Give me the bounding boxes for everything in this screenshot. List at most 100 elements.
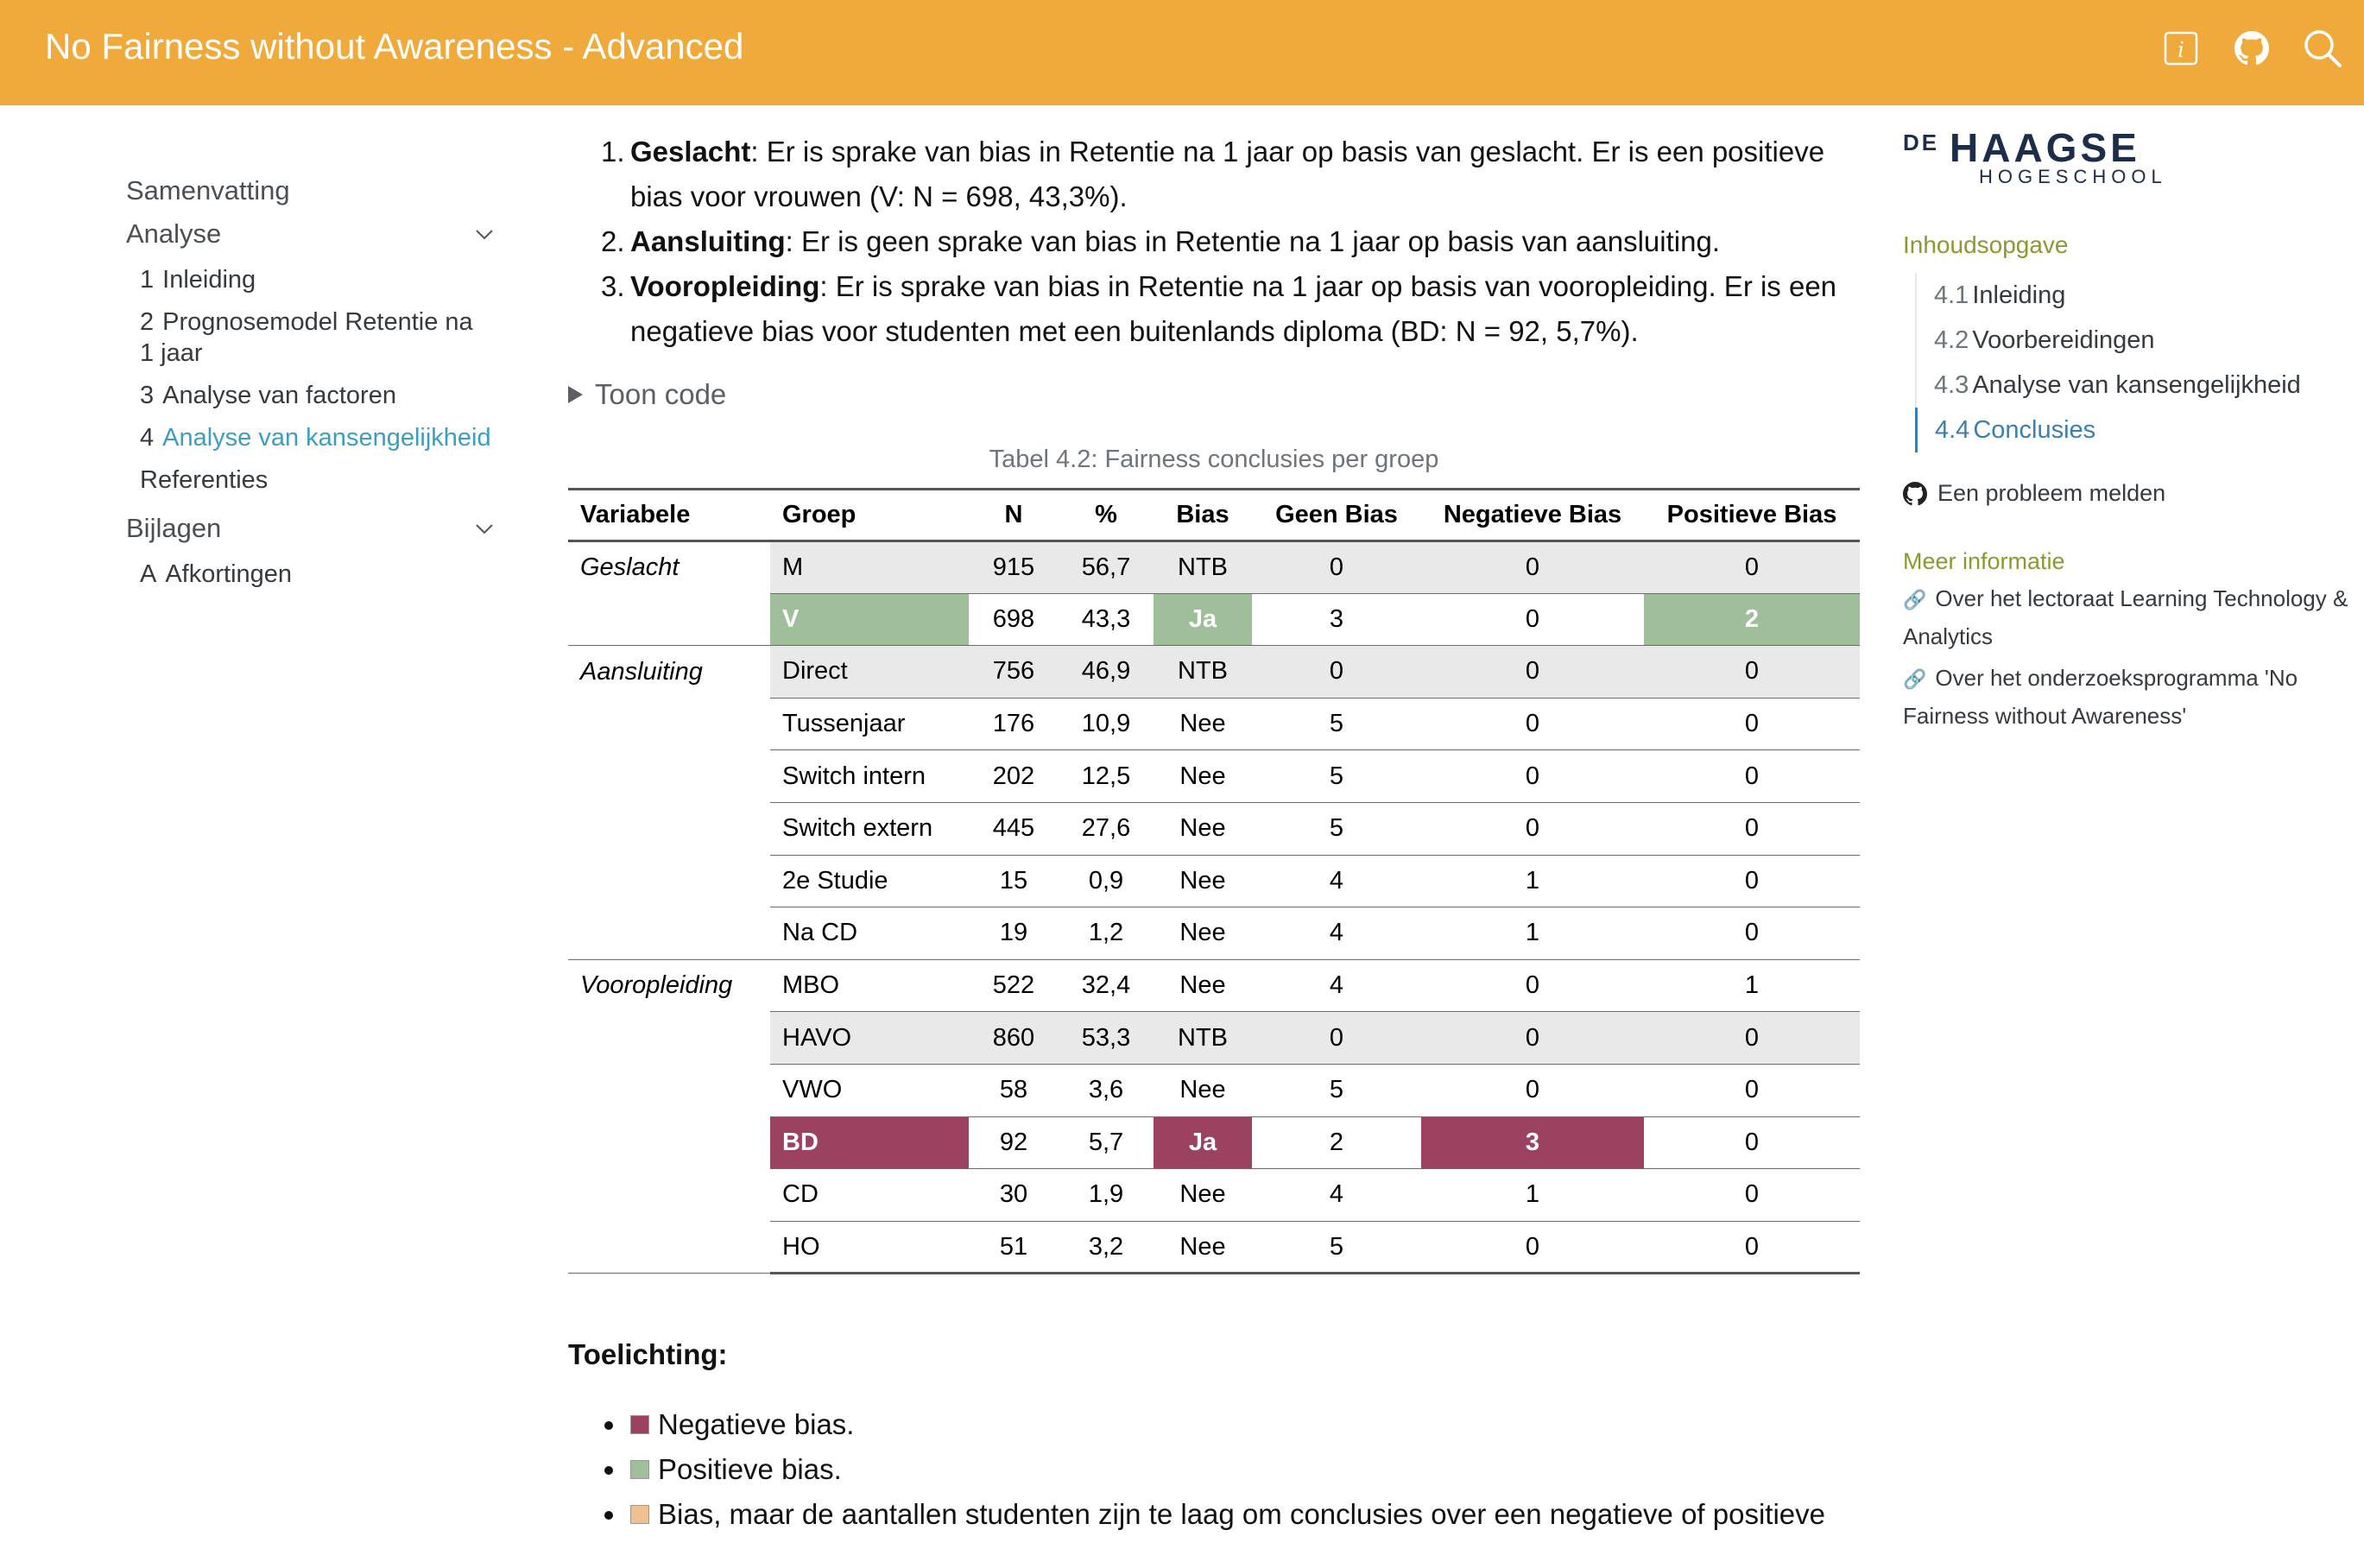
legend-label: Bias, maar de aantallen studenten zijn t… xyxy=(658,1498,1826,1531)
table-row: HAVO 860 53,3 NTB 0 0 0 xyxy=(568,1011,1860,1065)
n-cell: 30 xyxy=(969,1168,1059,1222)
bias-cell: Nee xyxy=(1154,1064,1252,1117)
percent-cell: 46,9 xyxy=(1059,645,1154,699)
negatieve-bias-cell: 0 xyxy=(1421,698,1644,751)
percent-cell: 53,3 xyxy=(1059,1011,1154,1065)
section-number: A xyxy=(140,560,157,588)
variable-cell xyxy=(568,1064,770,1116)
geen-bias-cell: 4 xyxy=(1252,959,1421,1013)
toc-item-voorbereidingen[interactable]: 4.2 Voorbereidingen xyxy=(1917,318,2352,363)
bias-cell: NTB xyxy=(1154,1011,1252,1065)
toc-item-conclusies[interactable]: 4.4 Conclusies xyxy=(1915,408,2352,452)
sidebar-item-prognosemodel[interactable]: 2 Prognosemodel Retentie na 1 jaar xyxy=(126,307,489,369)
n-cell: 860 xyxy=(969,1011,1059,1065)
bias-cell: Nee xyxy=(1154,1168,1252,1222)
toc-item-kansengelijkheid[interactable]: 4.3 Analyse van kansengelijkheid xyxy=(1917,363,2352,408)
sidebar-section-bijlagen[interactable]: Bijlagen xyxy=(126,507,506,550)
geen-bias-cell: 0 xyxy=(1252,645,1421,699)
toon-code-toggle[interactable]: Toon code xyxy=(568,378,1860,411)
haagse-hogeschool-logo[interactable]: DE HAAGSE HOGESCHOOL xyxy=(1903,125,2352,197)
chevron-down-icon[interactable] xyxy=(473,517,496,540)
search-icon[interactable] xyxy=(2300,26,2345,71)
sidebar-item-afkortingen[interactable]: A Afkortingen xyxy=(126,559,506,590)
legend-label: Negatieve bias. xyxy=(658,1408,855,1441)
toc-label: Analyse van kansengelijkheid xyxy=(1972,371,2301,399)
sidebar-item-referenties[interactable]: Referenties xyxy=(126,465,506,496)
positieve-bias-cell: 0 xyxy=(1644,749,1860,803)
positieve-bias-cell: 0 xyxy=(1644,1116,1860,1170)
positieve-bias-cell: 0 xyxy=(1644,1221,1860,1275)
table-row: Na CD 19 1,2 Nee 4 1 0 xyxy=(568,907,1860,960)
geen-bias-cell: 3 xyxy=(1252,593,1421,647)
legend-item-too-few: Bias, maar de aantallen studenten zijn t… xyxy=(568,1492,1860,1537)
bias-cell: Ja xyxy=(1154,593,1252,647)
sidebar-section-analyse[interactable]: Analyse xyxy=(126,212,506,256)
variable-cell xyxy=(568,593,770,647)
groep-cell: Tussenjaar xyxy=(770,698,969,751)
bias-cell: Nee xyxy=(1154,959,1252,1013)
info-icon[interactable]: i xyxy=(2159,26,2203,71)
n-cell: 915 xyxy=(969,541,1059,594)
percent-cell: 56,7 xyxy=(1059,541,1154,594)
positieve-bias-cell: 0 xyxy=(1644,541,1860,594)
variable-cell xyxy=(568,698,770,750)
table-row: CD 30 1,9 Nee 4 1 0 xyxy=(568,1168,1860,1222)
toc-item-inleiding[interactable]: 4.1 Inleiding xyxy=(1917,273,2352,318)
sidebar-item-label: Prognosemodel Retentie na 1 jaar xyxy=(140,308,473,367)
variable-cell: Aansluiting xyxy=(580,657,703,686)
toc-label: Voorbereidingen xyxy=(1972,326,2155,354)
color-swatch-positive xyxy=(630,1460,649,1480)
logo-haagse: HAAGSE xyxy=(1950,125,2140,170)
finding-term: Aansluiting xyxy=(630,225,786,257)
list-item: 3. Vooropleiding: Er is sprake van bias i… xyxy=(568,264,1860,354)
table-row: Vooropleiding MBO 522 32,4 Nee 4 0 1 xyxy=(568,959,1860,1013)
sidebar-nav: Samenvatting Analyse 1 Inleiding 2 Prognos… xyxy=(126,169,506,601)
table-row: HO 51 3,2 Nee 5 0 0 xyxy=(568,1221,1860,1275)
groep-cell: V xyxy=(770,593,969,647)
table-row: VWO 58 3,6 Nee 5 0 0 xyxy=(568,1064,1860,1117)
variable-cell: Geslacht xyxy=(580,553,679,582)
geen-bias-cell: 5 xyxy=(1252,1221,1421,1275)
chevron-down-icon[interactable] xyxy=(473,223,496,245)
table-row: Geslacht M 915 56,7 NTB 0 0 0 xyxy=(568,541,1860,594)
column-header: Positieve Bias xyxy=(1644,488,1860,542)
finding-text: : Er is geen sprake van bias in Retentie… xyxy=(785,225,1720,257)
color-swatch-too-few xyxy=(630,1505,649,1525)
percent-cell: 10,9 xyxy=(1059,698,1154,751)
sidebar-item-inleiding[interactable]: 1 Inleiding xyxy=(126,264,506,295)
n-cell: 202 xyxy=(969,749,1059,803)
variable-cell xyxy=(568,907,770,960)
link-lectoraat[interactable]: 🔗 Over het lectoraat Learning Technology … xyxy=(1903,580,2352,654)
report-issue-link[interactable]: Een probleem melden xyxy=(1903,480,2352,507)
link-onderzoeksprogramma[interactable]: 🔗 Over het onderzoeksprogramma 'No Fairne… xyxy=(1903,660,2352,734)
github-icon[interactable] xyxy=(2229,26,2274,71)
positieve-bias-cell: 0 xyxy=(1644,855,1860,908)
negatieve-bias-cell: 1 xyxy=(1421,855,1644,908)
variable-cell xyxy=(568,1169,770,1222)
n-cell: 756 xyxy=(969,645,1059,699)
sidebar-item-samenvatting[interactable]: Samenvatting xyxy=(126,169,506,212)
site-title[interactable]: No Fairness without Awareness - Advanced xyxy=(45,26,743,67)
bias-cell: Nee xyxy=(1154,802,1252,856)
positieve-bias-cell: 0 xyxy=(1644,1011,1860,1065)
column-header: Geen Bias xyxy=(1252,488,1421,542)
sidebar-item-analyse-factoren[interactable]: 3 Analyse van factoren xyxy=(126,380,506,411)
svg-text:i: i xyxy=(2178,38,2184,62)
negatieve-bias-cell: 1 xyxy=(1421,1168,1644,1222)
percent-cell: 43,3 xyxy=(1059,593,1154,647)
percent-cell: 32,4 xyxy=(1059,959,1154,1013)
negatieve-bias-cell: 0 xyxy=(1421,959,1644,1013)
bias-cell: Nee xyxy=(1154,855,1252,908)
column-header: Negatieve Bias xyxy=(1421,488,1644,542)
geen-bias-cell: 5 xyxy=(1252,802,1421,856)
section-number: 2 xyxy=(140,308,155,336)
geen-bias-cell: 4 xyxy=(1252,907,1421,960)
n-cell: 522 xyxy=(969,959,1059,1013)
sidebar-item-kansengelijkheid[interactable]: 4 Analyse van kansengelijkheid xyxy=(126,422,506,453)
n-cell: 92 xyxy=(969,1116,1059,1170)
geen-bias-cell: 4 xyxy=(1252,855,1421,908)
n-cell: 698 xyxy=(969,593,1059,647)
groep-cell: BD xyxy=(770,1116,969,1170)
bias-cell: Nee xyxy=(1154,749,1252,803)
negatieve-bias-cell: 3 xyxy=(1421,1116,1644,1170)
